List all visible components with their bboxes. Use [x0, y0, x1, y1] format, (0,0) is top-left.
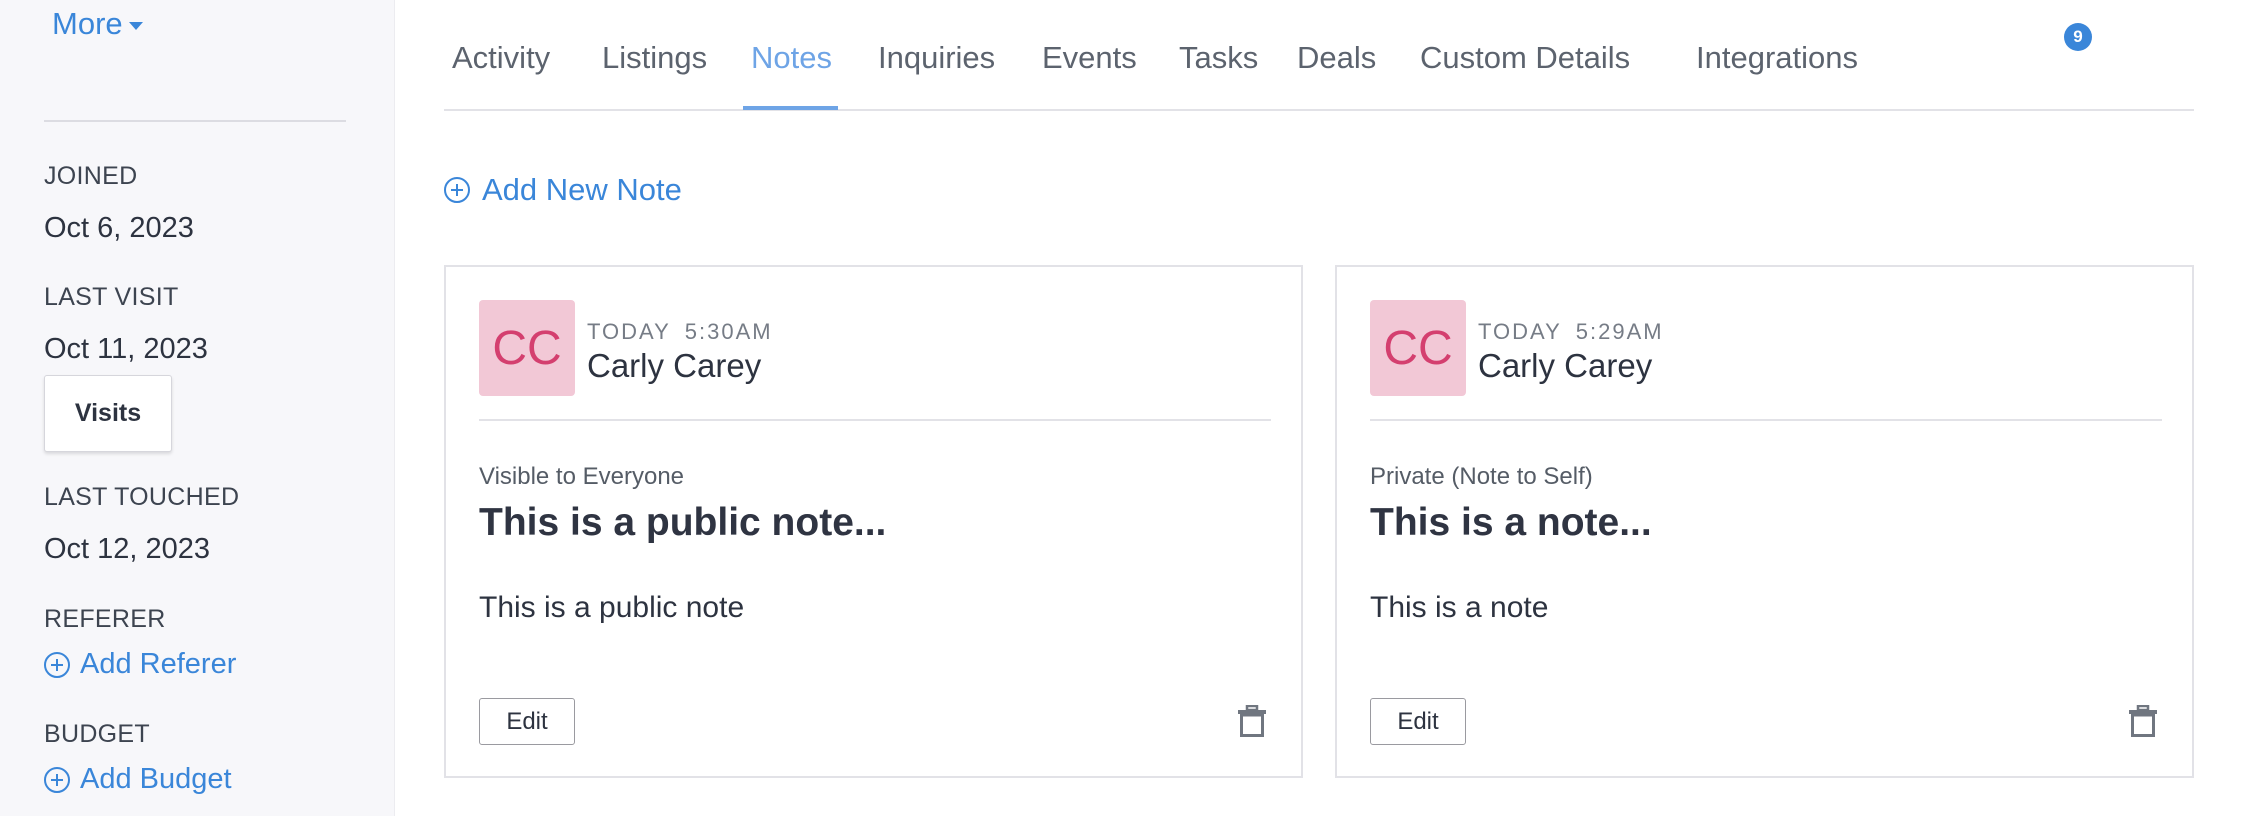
custom-details-badge: 9 [2064, 23, 2092, 51]
sidebar: More JOINED Oct 6, 2023 LAST VISIT Oct 1… [0, 0, 395, 816]
add-referer-link[interactable]: Add Referer [44, 648, 236, 681]
trash-icon[interactable] [2128, 705, 2158, 737]
plus-circle-icon [44, 651, 70, 678]
add-new-note-label: Add New Note [482, 172, 682, 207]
add-referer-label: Add Referer [80, 648, 237, 680]
last-visit-label: LAST VISIT [44, 283, 179, 311]
edit-button[interactable]: Edit [479, 698, 575, 745]
note-card: CC TODAY 5:29AM Carly Carey Private (Note… [1335, 265, 2194, 778]
card-divider [1370, 419, 2162, 421]
avatar: CC [1370, 300, 1466, 396]
trash-icon[interactable] [1237, 705, 1267, 737]
tab-deals[interactable]: Deals [1297, 40, 1376, 76]
note-visibility: Visible to Everyone [479, 463, 685, 490]
note-title: This is a note... [1370, 501, 1652, 544]
note-timestamp: TODAY 5:29AM [1478, 319, 1664, 345]
referer-label: REFERER [44, 605, 166, 633]
note-time: 5:29AM [1575, 319, 1664, 344]
note-timestamp: TODAY 5:30AM [587, 319, 773, 345]
tab-inquiries[interactable]: Inquiries [878, 40, 995, 76]
note-card: CC TODAY 5:30AM Carly Carey Visible to Ev… [444, 265, 1303, 778]
add-budget-link[interactable]: Add Budget [44, 763, 232, 796]
visits-button[interactable]: Visits [44, 375, 172, 452]
joined-value: Oct 6, 2023 [44, 212, 194, 244]
more-link[interactable]: More [52, 6, 143, 42]
joined-label: JOINED [44, 162, 138, 190]
note-title: This is a public note... [479, 501, 887, 544]
last-touched-value: Oct 12, 2023 [44, 533, 211, 565]
tab-activity[interactable]: Activity [452, 40, 550, 76]
add-budget-label: Add Budget [80, 763, 232, 795]
tab-events[interactable]: Events [1042, 40, 1137, 76]
plus-circle-icon [444, 177, 470, 203]
edit-button[interactable]: Edit [1370, 698, 1466, 745]
note-day: TODAY [587, 319, 671, 344]
sidebar-divider [44, 120, 346, 122]
tab-custom-details[interactable]: Custom Details [1420, 40, 1630, 76]
note-visibility: Private (Note to Self) [1370, 463, 1593, 490]
plus-circle-icon [44, 766, 70, 793]
note-body: This is a note [1370, 591, 1549, 624]
tab-notes[interactable]: Notes [751, 40, 832, 76]
note-author: Carly Carey [587, 347, 762, 384]
chevron-down-icon [128, 22, 143, 30]
budget-label: BUDGET [44, 720, 150, 748]
last-visit-value: Oct 11, 2023 [44, 333, 208, 365]
add-new-note-link[interactable]: Add New Note [444, 172, 682, 208]
last-touched-label: LAST TOUCHED [44, 483, 240, 511]
note-author: Carly Carey [1478, 347, 1653, 384]
tab-tasks[interactable]: Tasks [1179, 40, 1258, 76]
note-time: 5:30AM [684, 319, 773, 344]
avatar: CC [479, 300, 575, 396]
active-tab-indicator [743, 106, 838, 110]
card-divider [479, 419, 1271, 421]
note-day: TODAY [1478, 319, 1562, 344]
tab-integrations[interactable]: Integrations [1696, 40, 1858, 76]
note-body: This is a public note [479, 591, 745, 624]
more-label: More [52, 6, 123, 41]
tab-bar: Activity Listings Notes Inquiries Events… [444, 0, 2194, 111]
tab-listings[interactable]: Listings [602, 40, 707, 76]
